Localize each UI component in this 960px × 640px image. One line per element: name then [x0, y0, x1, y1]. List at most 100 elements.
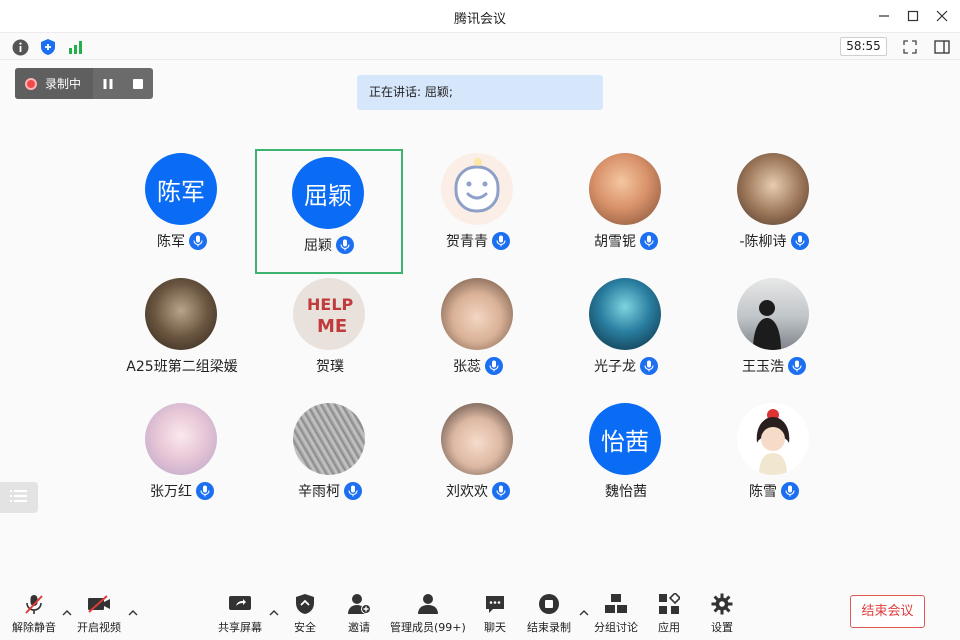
participant-tile[interactable]: -陈柳诗 — [700, 145, 848, 270]
microphone-icon — [196, 482, 214, 500]
participant-tile[interactable]: 张蕊 — [404, 270, 552, 395]
apps-grid-icon — [658, 592, 680, 616]
invite-label: 邀请 — [348, 621, 370, 634]
participant-name: 光子龙 — [594, 359, 636, 375]
participant-tile[interactable]: 刘欢欢 — [404, 395, 552, 520]
security-shield-icon — [295, 592, 315, 616]
breakout-rooms-button[interactable]: 分组讨论 — [594, 592, 638, 636]
stop-recording-label: 结束录制 — [527, 621, 571, 634]
settings-button[interactable]: 设置 — [711, 592, 733, 636]
video-grid-area: 录制中 正在讲话: 屈颖; 陈军 陈军 屈颖 屈颖 贺青青 胡雪铌 -陈柳诗 A… — [0, 60, 960, 590]
participant-tile[interactable]: 怡茜 魏怡茜 — [552, 395, 700, 520]
participant-tile[interactable]: 陈雪 — [700, 395, 848, 520]
avatar: 陈军 — [145, 153, 217, 225]
share-screen-icon — [228, 592, 252, 616]
gray-texture-photo-icon — [293, 403, 365, 475]
participant-name: 张蕊 — [453, 359, 481, 375]
chat-button[interactable]: 聊天 — [484, 592, 506, 636]
audio-options-caret-icon[interactable] — [61, 604, 73, 616]
participant-tile[interactable]: 王玉浩 — [700, 270, 848, 395]
participant-tile[interactable]: 光子龙 — [552, 270, 700, 395]
stop-recording-button[interactable] — [123, 68, 153, 99]
meeting-timer: 58:55 — [840, 37, 887, 56]
participant-tile[interactable]: 张万红 — [108, 395, 256, 520]
end-meeting-button[interactable]: 结束会议 — [850, 595, 925, 628]
invite-button[interactable]: 邀请 — [347, 592, 371, 636]
participant-tile[interactable]: A25班第二组梁媛 — [108, 270, 256, 395]
apps-button[interactable]: 应用 — [658, 592, 680, 636]
participant-tile[interactable]: 贺青青 — [404, 145, 552, 270]
active-speaker-banner: 正在讲话: 屈颖; — [357, 75, 603, 110]
minimize-button[interactable] — [873, 6, 895, 26]
microphone-icon — [640, 232, 658, 250]
title-bar: 腾讯会议 — [0, 0, 960, 32]
anime-girl-photo-icon — [145, 403, 217, 475]
smiley-face-icon — [441, 153, 513, 225]
stop-recording-toolbar-button[interactable]: 结束录制 — [527, 592, 571, 636]
settings-label: 设置 — [711, 621, 733, 634]
child-photo-icon — [441, 278, 513, 350]
muted-microphone-icon — [23, 592, 45, 616]
meeting-info-bar: 58:55 — [0, 32, 960, 60]
unmute-label: 解除静音 — [12, 621, 56, 634]
participant-name: A25班第二组梁媛 — [126, 359, 238, 375]
video-off-icon — [86, 592, 112, 616]
record-options-caret-icon[interactable] — [578, 604, 590, 616]
unmute-button[interactable]: 解除静音 — [12, 592, 56, 636]
breakout-rooms-icon — [604, 592, 628, 616]
video-options-caret-icon[interactable] — [127, 604, 139, 616]
cat-photo-icon — [589, 153, 661, 225]
breakout-rooms-label: 分组讨论 — [594, 621, 638, 634]
member-list-toggle[interactable] — [0, 482, 38, 513]
avatar: 怡茜 — [589, 403, 661, 475]
microphone-icon — [788, 357, 806, 375]
cartoon-girl-photo-icon — [737, 403, 809, 475]
participant-name: 贺青青 — [446, 234, 488, 250]
recording-label: 录制中 — [45, 77, 82, 91]
start-video-label: 开启视频 — [77, 621, 121, 634]
microphone-icon — [790, 232, 809, 250]
portrait-photo-icon — [145, 278, 217, 350]
svg-text:HELP: HELP — [307, 295, 354, 314]
participant-tile-active[interactable]: 屈颖 屈颖 — [255, 149, 403, 274]
participant-tile[interactable]: 胡雪铌 — [552, 145, 700, 270]
info-icon[interactable] — [10, 37, 30, 57]
meeting-control-bar: 解除静音 开启视频 共享屏幕 安全 邀请 管理成员(99+) 聊天 结束录制 分… — [0, 590, 960, 640]
signal-icon[interactable] — [66, 37, 86, 57]
participant-name: 魏怡茜 — [605, 484, 647, 500]
participant-name: -陈柳诗 — [739, 234, 787, 250]
participant-tile[interactable]: HELP ME 贺璞 — [256, 270, 404, 395]
pause-recording-button[interactable] — [93, 68, 123, 99]
microphone-icon — [485, 357, 503, 375]
shield-icon[interactable] — [38, 37, 58, 57]
start-video-button[interactable]: 开启视频 — [77, 592, 121, 636]
security-label: 安全 — [294, 621, 316, 634]
participant-name: 王玉浩 — [742, 359, 784, 375]
share-screen-button[interactable]: 共享屏幕 — [218, 592, 262, 636]
participant-name: 屈颖 — [304, 238, 332, 254]
invite-user-icon — [347, 592, 371, 616]
microphone-icon — [492, 482, 510, 500]
apps-label: 应用 — [658, 621, 680, 634]
sidebar-toggle-icon[interactable] — [932, 37, 952, 57]
microphone-icon — [640, 357, 658, 375]
portrait-photo-icon — [737, 153, 809, 225]
close-button[interactable] — [931, 6, 953, 26]
maximize-button[interactable] — [902, 6, 924, 26]
share-options-caret-icon[interactable] — [268, 604, 280, 616]
recording-status: 录制中 — [15, 68, 94, 99]
jellyfish-photo-icon — [589, 278, 661, 350]
chat-label: 聊天 — [484, 621, 506, 634]
help-me-photo-icon: HELP ME — [293, 278, 365, 350]
participant-tile[interactable]: 陈军 陈军 — [108, 145, 256, 270]
stop-record-icon — [538, 592, 560, 616]
silhouette-photo-icon — [737, 278, 809, 350]
avatar: 屈颖 — [292, 157, 364, 229]
security-button[interactable]: 安全 — [294, 592, 316, 636]
participant-tile[interactable]: 辛雨柯 — [256, 395, 404, 520]
participant-name: 刘欢欢 — [446, 484, 488, 500]
recording-bar: 录制中 — [15, 68, 154, 99]
fullscreen-icon[interactable] — [900, 37, 920, 57]
manage-members-button[interactable]: 管理成员(99+) — [390, 592, 466, 636]
child-photo-icon — [441, 403, 513, 475]
